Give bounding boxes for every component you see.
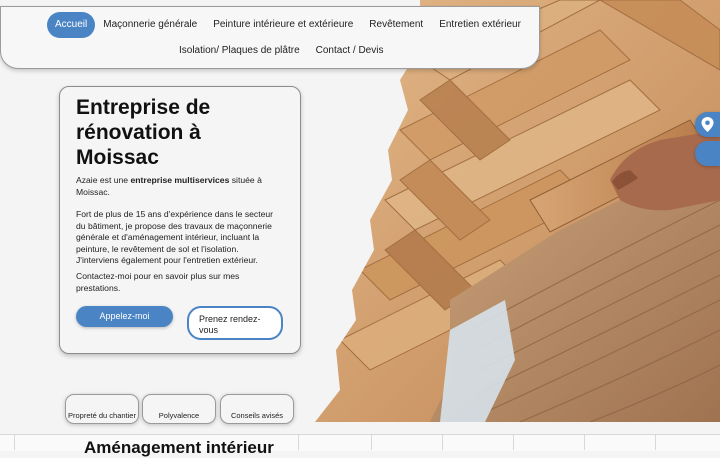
- hero-card: Entreprise de rénovation à Moissac Azaie…: [59, 86, 301, 354]
- nav-item-revetement[interactable]: Revêtement: [361, 12, 431, 38]
- strip-divider: [513, 434, 514, 450]
- strip-divider: [584, 434, 585, 450]
- location-button[interactable]: [695, 112, 720, 137]
- nav-item-accueil[interactable]: Accueil: [47, 12, 96, 38]
- call-button[interactable]: Appelez-moi: [76, 306, 173, 327]
- nav-item-contact[interactable]: Contact / Devis: [308, 38, 392, 64]
- page-title: Entreprise de rénovation à Moissac: [76, 96, 211, 169]
- strip-divider: [14, 434, 15, 450]
- strip-divider: [442, 434, 443, 450]
- strip-divider: [298, 434, 299, 450]
- intro-text-bold: entreprise multiservices: [130, 175, 230, 185]
- hero-intro: Azaie est une entreprise multiservices s…: [76, 175, 276, 198]
- strip-divider: [655, 434, 656, 450]
- nav-row-1: Accueil Maçonnerie générale Peinture int…: [47, 12, 529, 38]
- hero-description: Fort de plus de 15 ans d'expérience dans…: [76, 209, 274, 265]
- appointment-button[interactable]: Prenez rendez-vous: [187, 306, 283, 340]
- intro-text-start: Azaie est une: [76, 175, 131, 185]
- top-navigation: Accueil Maçonnerie générale Peinture int…: [0, 6, 540, 69]
- feature-advice: Conseils avisés: [220, 394, 294, 424]
- nav-item-peinture[interactable]: Peinture intérieure et extérieure: [205, 12, 361, 38]
- nav-item-entretien[interactable]: Entretien extérieur: [431, 12, 529, 38]
- nav-row-2: Isolation/ Plaques de plâtre Contact / D…: [171, 38, 391, 64]
- section-title: Aménagement intérieur: [84, 438, 274, 457]
- location-pin-icon: [701, 117, 714, 132]
- feature-cleanliness: Propreté du chantier: [65, 394, 139, 424]
- hero-contact-text: Contactez-moi pour en savoir plus sur me…: [76, 271, 240, 293]
- nav-item-maconnerie[interactable]: Maçonnerie générale: [95, 12, 205, 38]
- strip-divider: [371, 434, 372, 450]
- nav-item-isolation[interactable]: Isolation/ Plaques de plâtre: [171, 38, 308, 64]
- contact-button[interactable]: [695, 141, 720, 166]
- feature-versatility: Polyvalence: [142, 394, 216, 424]
